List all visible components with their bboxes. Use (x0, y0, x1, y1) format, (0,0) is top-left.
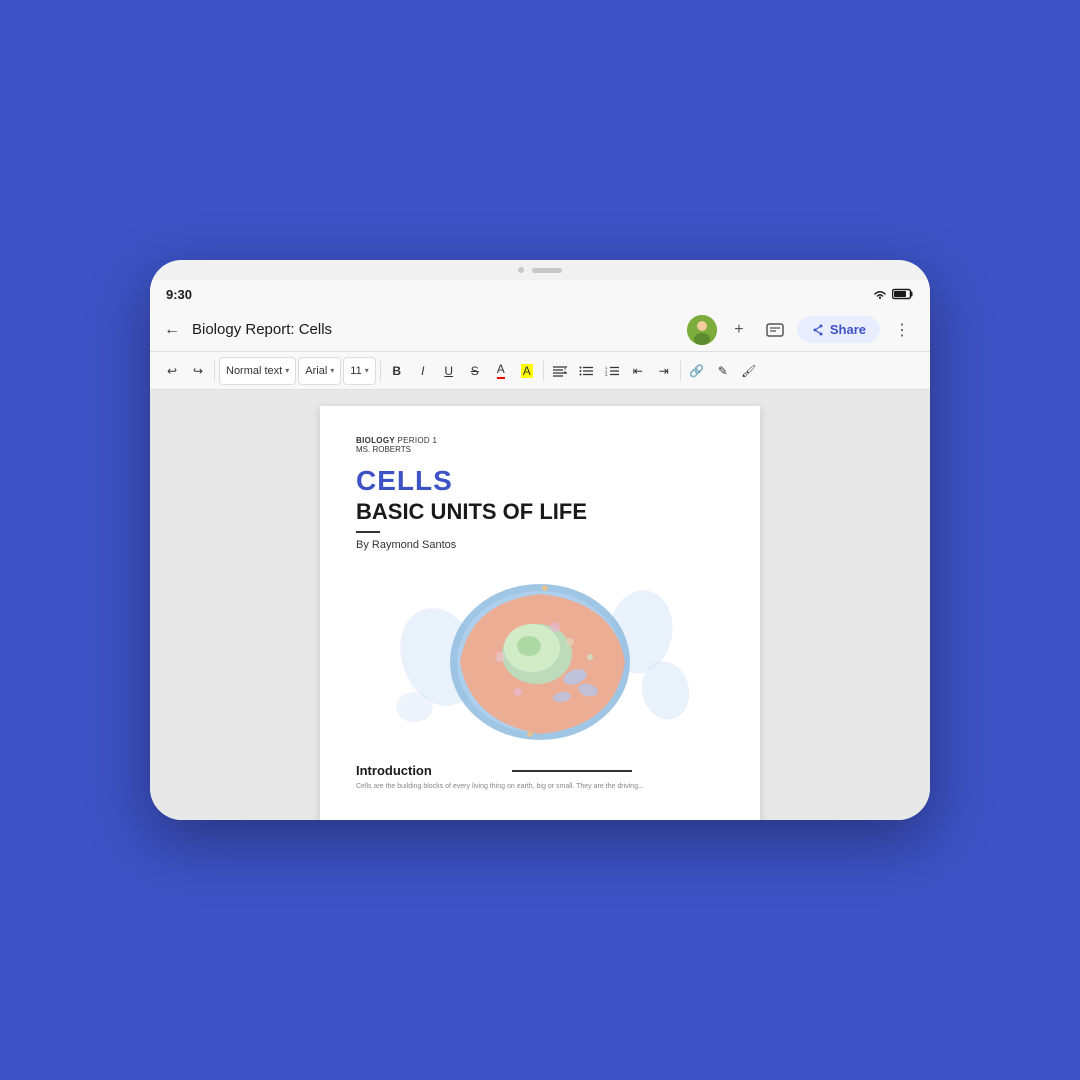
share-icon (811, 323, 825, 337)
document-title: Biology Report: Cells (192, 321, 675, 338)
nav-bar: ← Biology Report: Cells + (150, 308, 930, 352)
cell-illustration (356, 567, 724, 747)
doc-meta-line1: BIOLOGY PERIOD 1 (356, 436, 724, 445)
bold-button[interactable]: B (385, 357, 409, 385)
underline-button[interactable]: U (437, 357, 461, 385)
battery-icon (892, 288, 914, 300)
avatar-image (687, 315, 717, 345)
comment-button[interactable]: ✎ (711, 357, 735, 385)
nav-actions: + Share ⋮ (687, 315, 916, 345)
font-dropdown[interactable]: Arial ▾ (298, 357, 341, 385)
wifi-icon (872, 288, 888, 300)
bullet-list-icon (579, 365, 593, 377)
status-icons (872, 288, 914, 300)
undo-button[interactable]: ↩ (160, 357, 184, 385)
tablet-device: 9:30 ← Biology Report: Cells (150, 260, 930, 820)
share-label: Share (830, 322, 866, 337)
tablet-top-bar (150, 260, 930, 280)
toolbar: ↩ ↪ Normal text ▾ Arial ▾ 11 ▾ B I U S A… (150, 352, 930, 390)
bullet-list-button[interactable] (574, 357, 598, 385)
intro-section: Introduction Cells are the building bloc… (356, 763, 724, 792)
toolbar-sep-4 (680, 361, 681, 381)
doc-divider (356, 531, 380, 533)
add-button[interactable]: + (725, 316, 753, 344)
font-label: Arial (305, 365, 327, 377)
toolbar-sep-3 (543, 361, 544, 381)
doc-subtitle: BASIC UNITS OF LIFE (356, 499, 724, 525)
svg-text:3.: 3. (605, 372, 608, 377)
back-button[interactable]: ← (164, 321, 180, 339)
format-paint-button[interactable]: 🖌 (737, 357, 761, 385)
italic-button[interactable]: I (411, 357, 435, 385)
highlight-icon: A (521, 364, 533, 378)
content-area: BIOLOGY PERIOD 1 MS. ROBERTS CELLS BASIC… (150, 390, 930, 820)
indent-more-button[interactable]: ⇥ (652, 357, 676, 385)
cell-diagram (440, 572, 640, 742)
indent-less-button[interactable]: ⇤ (626, 357, 650, 385)
text-style-label: Normal text (226, 365, 282, 377)
status-time: 9:30 (166, 287, 192, 302)
intro-title: Introduction (356, 763, 724, 778)
numbered-list-button[interactable]: 1. 2. 3. (600, 357, 624, 385)
align-button[interactable] (548, 357, 572, 385)
comments-icon (766, 323, 784, 337)
font-size-label: 11 (350, 365, 361, 377)
period-label: PERIOD 1 (398, 436, 438, 445)
more-button[interactable]: ⋮ (888, 316, 916, 344)
tablet-speaker (532, 268, 562, 273)
doc-meta-line2: MS. ROBERTS (356, 445, 724, 454)
intro-underline (512, 770, 632, 772)
size-chevron-icon: ▾ (365, 366, 369, 375)
redo-button[interactable]: ↪ (186, 357, 210, 385)
back-arrow-icon: ← (164, 321, 180, 339)
link-button[interactable]: 🔗 (685, 357, 709, 385)
text-color-icon: A (497, 362, 505, 379)
front-camera (518, 267, 524, 273)
strikethrough-button[interactable]: S (463, 357, 487, 385)
toolbar-sep-1 (214, 361, 215, 381)
intro-text: Cells are the building blocks of every l… (356, 782, 724, 792)
doc-meta: BIOLOGY PERIOD 1 MS. ROBERTS (356, 436, 724, 454)
text-color-button[interactable]: A (489, 357, 513, 385)
document-page: BIOLOGY PERIOD 1 MS. ROBERTS CELLS BASIC… (320, 406, 760, 820)
numbered-list-icon: 1. 2. 3. (605, 365, 619, 377)
highlight-button[interactable]: A (515, 357, 539, 385)
doc-author: By Raymond Santos (356, 539, 724, 551)
share-button[interactable]: Share (797, 316, 880, 343)
style-chevron-icon: ▾ (285, 366, 289, 375)
intro-heading-text: Introduction (356, 763, 432, 778)
doc-title-cells: CELLS (356, 466, 724, 497)
align-icon (553, 365, 567, 377)
text-style-dropdown[interactable]: Normal text ▾ (219, 357, 296, 385)
comments-button[interactable] (761, 316, 789, 344)
avatar[interactable] (687, 315, 717, 345)
biology-label: BIOLOGY (356, 436, 395, 445)
toolbar-sep-2 (380, 361, 381, 381)
font-chevron-icon: ▾ (330, 366, 334, 375)
font-size-dropdown[interactable]: 11 ▾ (343, 357, 375, 385)
status-bar: 9:30 (150, 280, 930, 308)
